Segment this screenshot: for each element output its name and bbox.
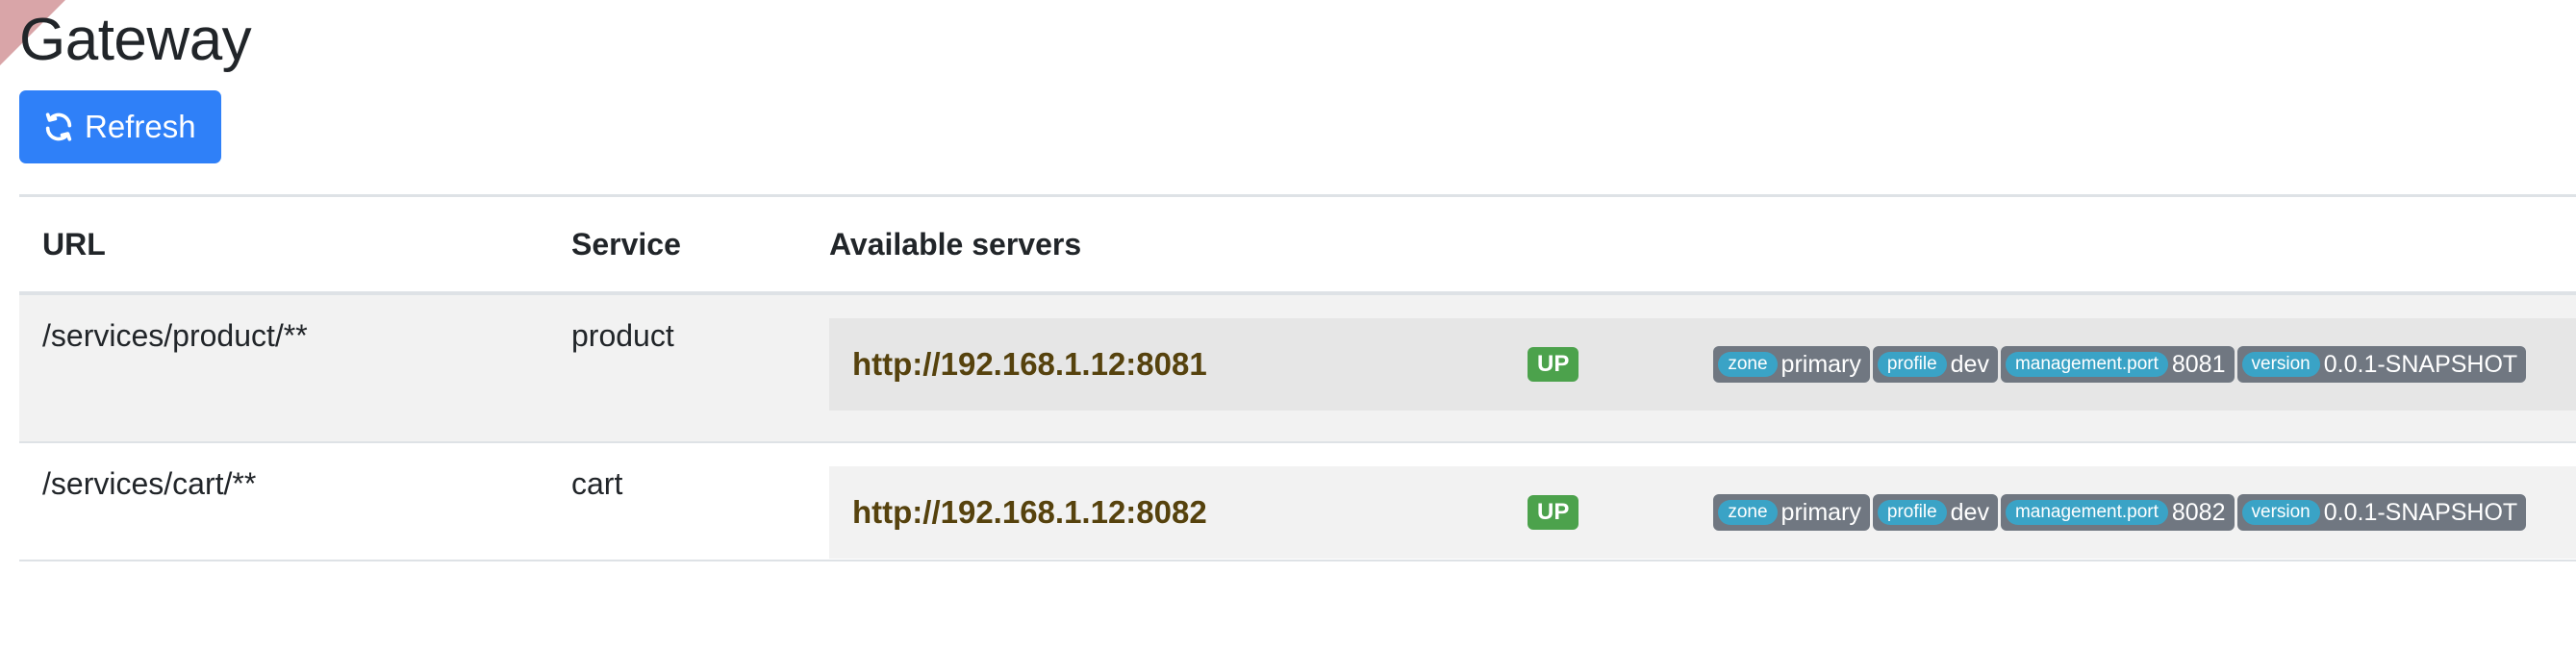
metadata-value: dev (1950, 351, 1989, 378)
metadata-tag-profile: profile dev (1872, 494, 1998, 531)
metadata-value: 0.0.1-SNAPSHOT (2323, 499, 2518, 526)
server-entry: http://192.168.1.12:8081 UP zone primary… (829, 318, 2576, 411)
route-url: /services/product/** (19, 293, 548, 443)
metadata-value: 0.0.1-SNAPSHOT (2323, 351, 2518, 378)
metadata-tag-management-port: management.port 8082 (2000, 494, 2235, 531)
metadata-tags: zone primary profile dev management.port… (1713, 494, 2527, 531)
route-url: /services/cart/** (19, 442, 548, 561)
refresh-button[interactable]: Refresh (19, 90, 221, 163)
metadata-tag-zone: zone primary (1713, 346, 1870, 383)
table-row: /services/cart/** cart http://192.168.1.… (19, 442, 2576, 561)
metadata-key: zone (1718, 352, 1778, 377)
metadata-tag-management-port: management.port 8081 (2000, 346, 2235, 383)
metadata-value: primary (1780, 499, 1861, 526)
metadata-key: version (2241, 352, 2320, 377)
metadata-value: 8081 (2171, 351, 2226, 378)
page-title: Gateway (19, 7, 252, 73)
metadata-key: management.port (2005, 352, 2168, 377)
metadata-key: version (2241, 500, 2320, 525)
header-available-servers: Available servers (806, 194, 2576, 295)
server-link[interactable]: http://192.168.1.12:8082 (852, 494, 1528, 531)
refresh-icon (42, 111, 75, 143)
metadata-key: management.port (2005, 500, 2168, 525)
metadata-key: zone (1718, 500, 1778, 525)
metadata-value: primary (1780, 351, 1861, 378)
header-url: URL (19, 194, 548, 295)
metadata-value: 8082 (2171, 499, 2226, 526)
server-entry: http://192.168.1.12:8082 UP zone primary… (829, 466, 2576, 559)
server-link[interactable]: http://192.168.1.12:8081 (852, 346, 1528, 383)
metadata-key: profile (1877, 500, 1947, 525)
page: Gateway Refresh URL Service Available se… (0, 0, 2576, 561)
routes-table: URL Service Available servers /services/… (19, 194, 2576, 561)
status-badge: UP (1528, 347, 1579, 382)
servers-cell: http://192.168.1.12:8082 UP zone primary… (806, 442, 2576, 561)
table-row: /services/product/** product http://192.… (19, 293, 2576, 443)
refresh-label: Refresh (85, 109, 196, 144)
metadata-tag-zone: zone primary (1713, 494, 1870, 531)
metadata-key: profile (1877, 352, 1947, 377)
table-header-row: URL Service Available servers (19, 194, 2576, 295)
route-service: product (548, 293, 806, 443)
metadata-tag-version: version 0.0.1-SNAPSHOT (2236, 494, 2527, 531)
servers-cell: http://192.168.1.12:8081 UP zone primary… (806, 293, 2576, 443)
header-service: Service (548, 194, 806, 295)
metadata-tag-version: version 0.0.1-SNAPSHOT (2236, 346, 2527, 383)
route-service: cart (548, 442, 806, 561)
metadata-value: dev (1950, 499, 1989, 526)
status-badge: UP (1528, 495, 1579, 530)
metadata-tag-profile: profile dev (1872, 346, 1998, 383)
metadata-tags: zone primary profile dev management.port… (1713, 346, 2527, 383)
